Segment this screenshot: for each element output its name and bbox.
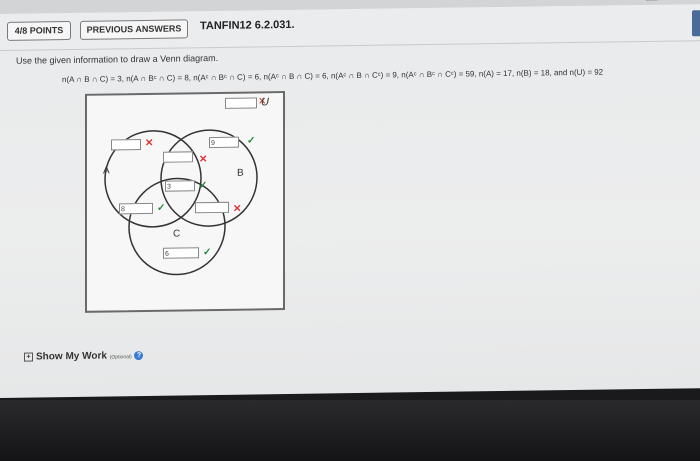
points-button[interactable]: 4/8 POINTS [7, 21, 71, 41]
monitor-bezel [0, 400, 700, 461]
b-c-wrong-icon: ✕ [233, 203, 242, 215]
optional-label: (Optional) [109, 354, 132, 361]
venn-circles [104, 129, 258, 276]
a-c-input[interactable]: 8 [119, 202, 153, 215]
a-c-correct-icon: ✓ [157, 202, 166, 214]
expand-icon: + [24, 352, 33, 362]
b-only-input[interactable]: 9 [209, 136, 239, 149]
set-c-label: C [173, 228, 181, 240]
abc-input[interactable]: 3 [165, 180, 195, 192]
question-id: TANFIN12 6.2.031. [200, 18, 295, 33]
universe-label: U [261, 96, 269, 109]
side-panel-tab[interactable] [692, 10, 700, 37]
abc-correct-icon: ✓ [199, 180, 208, 192]
previous-answers-button[interactable]: PREVIOUS ANSWERS [80, 19, 188, 40]
a-only-wrong-icon: ✕ [145, 137, 154, 149]
universe-input[interactable] [225, 97, 257, 109]
assignment-page: 4/8 POINTS PREVIOUS ANSWERS TANFIN12 6.2… [0, 0, 700, 398]
b-c-input[interactable] [195, 201, 229, 214]
set-b-label: B [237, 167, 244, 179]
show-my-work-toggle[interactable]: + Show My Work (Optional) ? [24, 350, 144, 363]
topbar-tab[interactable] [646, 0, 658, 1]
instructions: Use the given information to draw a Venn… [16, 52, 219, 66]
c-only-input[interactable]: 6 [163, 247, 199, 259]
show-my-work-label: Show My Work [36, 350, 107, 363]
b-only-correct-icon: ✓ [247, 135, 256, 147]
a-b-wrong-icon: ✕ [199, 154, 208, 166]
given-values: n(A ∩ B ∩ C) = 3, n(A ∩ Bᶜ ∩ C) = 8, n(A… [62, 67, 604, 85]
a-b-input[interactable] [163, 151, 193, 163]
venn-diagram: ✕ U A B C ✕ ✕ 9 ✓ 3 ✓ 8 ✓ ✕ 6 ✓ [85, 91, 285, 313]
c-only-correct-icon: ✓ [203, 247, 212, 259]
help-icon[interactable]: ? [134, 350, 144, 360]
set-a-label: A [103, 165, 110, 177]
a-only-input[interactable] [111, 139, 141, 151]
